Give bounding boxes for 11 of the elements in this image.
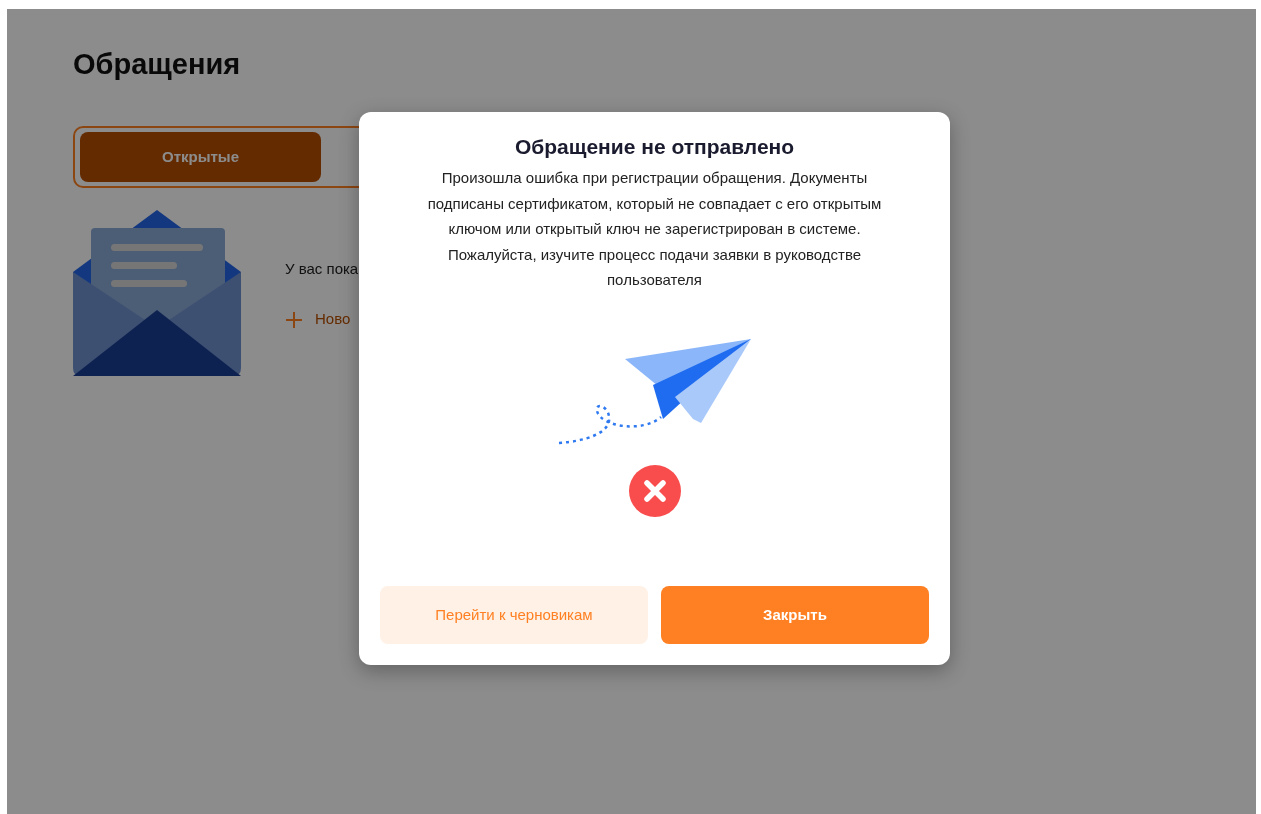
error-icon: [628, 465, 681, 518]
dialog-message: Произошла ошибка при регистрации обращения. Документы подписаны сертификатом, который не совпадает с его открытым ключом или открытый ключ не зарегистрирован в системе. Пожалуйста, изучите процесс подачи заявки в руководстве пользователя: [426, 168, 883, 291]
envelope-icon: [73, 209, 241, 377]
drafts-button[interactable]: Перейти к черновикам: [380, 586, 648, 644]
empty-state-text: У вас пока: [285, 258, 359, 279]
page-title: Обращения: [73, 47, 242, 82]
dialog-title: Обращение не отправлено: [513, 134, 796, 160]
plus-icon: [285, 310, 303, 329]
tab[interactable]: Открытые: [80, 131, 321, 182]
close-button[interactable]: Закрыть: [661, 586, 929, 644]
new-request-link[interactable]: Ново: [285, 308, 351, 331]
